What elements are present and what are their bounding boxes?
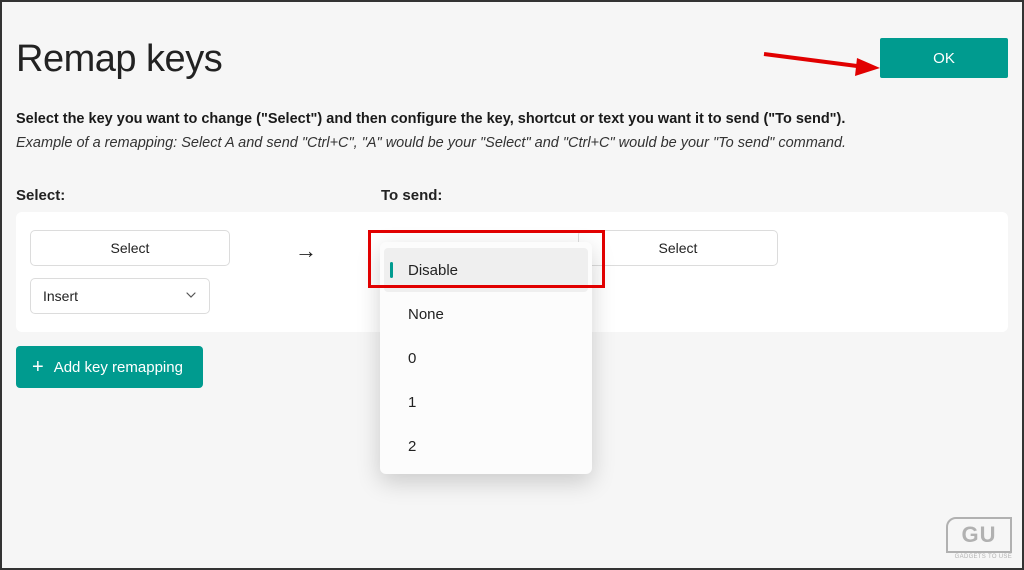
select-column-header: Select: xyxy=(16,187,381,204)
page-title: Remap keys xyxy=(16,38,222,81)
watermark: GU GADGETS TO USE xyxy=(946,517,1012,560)
dropdown-option-none[interactable]: None xyxy=(384,292,588,336)
dropdown-option-2[interactable]: 2 xyxy=(384,424,588,468)
mapped-key-dropdown-flyout[interactable]: Disable None 0 1 2 xyxy=(380,242,592,474)
dropdown-option-disable[interactable]: Disable xyxy=(384,248,588,292)
watermark-text: GADGETS TO USE xyxy=(946,554,1012,560)
tosend-column-header: To send: xyxy=(381,187,442,204)
mapped-key-select-button[interactable]: Select xyxy=(578,230,778,266)
add-key-remapping-button[interactable]: + Add key remapping xyxy=(16,346,203,388)
add-button-label: Add key remapping xyxy=(54,359,183,376)
chevron-down-icon xyxy=(185,289,197,304)
watermark-logo: GU xyxy=(946,517,1012,553)
example-text: Example of a remapping: Select A and sen… xyxy=(16,135,1008,151)
instruction-text: Select the key you want to change ("Sele… xyxy=(16,111,1008,127)
dropdown-option-1[interactable]: 1 xyxy=(384,380,588,424)
dropdown-option-0[interactable]: 0 xyxy=(384,336,588,380)
ok-button[interactable]: OK xyxy=(880,38,1008,78)
plus-icon: + xyxy=(32,356,44,379)
physical-key-select-button[interactable]: Select xyxy=(30,230,230,266)
physical-key-dropdown[interactable]: Insert xyxy=(30,278,210,314)
arrow-icon: → xyxy=(246,230,366,264)
physical-key-dropdown-value: Insert xyxy=(43,288,78,304)
